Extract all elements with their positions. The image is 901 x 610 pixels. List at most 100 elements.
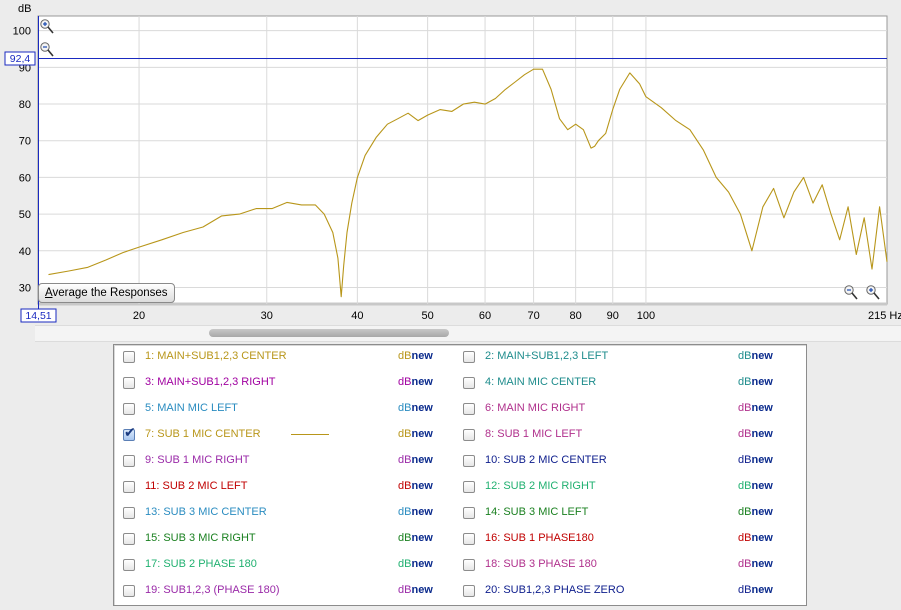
legend-checkbox[interactable] — [463, 559, 475, 571]
legend-checkbox[interactable] — [463, 429, 475, 441]
scrollbar-thumb[interactable] — [209, 329, 449, 337]
y-tick-label: 50 — [19, 209, 31, 221]
x-tick-label: 60 — [479, 310, 491, 322]
legend-checkbox[interactable] — [463, 403, 475, 415]
y-tick-label: 70 — [19, 136, 31, 148]
legend-checkbox[interactable] — [123, 455, 135, 467]
legend-item[interactable]: 8: SUB 1 MIC LEFT dBnew — [463, 426, 793, 444]
db-new-button[interactable]: dBnew — [738, 558, 773, 570]
legend-item[interactable]: 4: MAIN MIC CENTER dBnew — [463, 374, 793, 392]
new-text: new — [751, 376, 773, 388]
new-text: new — [751, 506, 773, 518]
db-text: dB — [398, 454, 412, 466]
legend-item[interactable]: 5: MAIN MIC LEFT dBnew — [123, 400, 453, 418]
db-new-button[interactable]: dBnew — [738, 506, 773, 518]
db-text: dB — [398, 350, 412, 362]
legend-item[interactable]: 10: SUB 2 MIC CENTER dBnew — [463, 452, 793, 470]
plot-area[interactable] — [37, 15, 888, 305]
legend-checkbox[interactable] — [123, 481, 135, 493]
legend-label: 16: SUB 1 PHASE180 — [485, 532, 594, 544]
legend-item[interactable]: 1: MAIN+SUB1,2,3 CENTER dBnew — [123, 348, 453, 366]
legend-item[interactable]: 20: SUB1,2,3 PHASE ZERO dBnew — [463, 582, 793, 600]
legend-checkbox[interactable] — [123, 507, 135, 519]
db-new-button[interactable]: dBnew — [738, 428, 773, 440]
db-new-button[interactable]: dBnew — [738, 584, 773, 596]
legend-item[interactable]: 14: SUB 3 MIC LEFT dBnew — [463, 504, 793, 522]
legend-item[interactable]: 12: SUB 2 MIC RIGHT dBnew — [463, 478, 793, 496]
cursor-x-readout: 14,51 — [20, 308, 57, 323]
legend-checkbox[interactable] — [123, 585, 135, 597]
legend-checkbox[interactable] — [123, 559, 135, 571]
new-text: new — [411, 376, 433, 388]
db-new-button[interactable]: dBnew — [398, 376, 433, 388]
db-new-button[interactable]: dBnew — [398, 558, 433, 570]
legend-label: 17: SUB 2 PHASE 180 — [145, 558, 257, 570]
average-responses-button[interactable]: Average the Responses — [38, 283, 175, 303]
legend-item[interactable]: 2: MAIN+SUB1,2,3 LEFT dBnew — [463, 348, 793, 366]
db-text: dB — [398, 584, 412, 596]
legend-item[interactable]: 13: SUB 3 MIC CENTER dBnew — [123, 504, 453, 522]
new-text: new — [411, 428, 433, 440]
legend-checkbox[interactable] — [463, 455, 475, 467]
db-text: dB — [398, 402, 412, 414]
db-new-button[interactable]: dBnew — [738, 376, 773, 388]
new-text: new — [751, 558, 773, 570]
db-new-button[interactable]: dBnew — [738, 402, 773, 414]
legend-item[interactable]: 16: SUB 1 PHASE180 dBnew — [463, 530, 793, 548]
db-new-button[interactable]: dBnew — [738, 350, 773, 362]
legend-item[interactable]: 19: SUB1,2,3 (PHASE 180) dBnew — [123, 582, 453, 600]
legend-item[interactable]: 17: SUB 2 PHASE 180 dBnew — [123, 556, 453, 574]
legend-checkbox[interactable] — [123, 403, 135, 415]
horizontal-scrollbar[interactable] — [35, 325, 901, 342]
y-tick-label: 30 — [19, 282, 31, 294]
measurement-legend: 1: MAIN+SUB1,2,3 CENTER dBnew 2: MAIN+SUB1… — [113, 344, 807, 606]
db-text: dB — [398, 506, 412, 518]
db-text: dB — [738, 428, 752, 440]
y-axis: 10090807060504030 — [13, 26, 31, 295]
db-text: dB — [738, 454, 752, 466]
db-new-button[interactable]: dBnew — [738, 532, 773, 544]
legend-item[interactable]: 9: SUB 1 MIC RIGHT dBnew — [123, 452, 453, 470]
legend-checkbox[interactable] — [463, 377, 475, 389]
legend-checkbox[interactable] — [123, 425, 136, 441]
y-axis-label: dB — [18, 3, 31, 15]
new-text: new — [411, 558, 433, 570]
legend-checkbox[interactable] — [123, 351, 135, 363]
db-new-button[interactable]: dBnew — [398, 506, 433, 518]
legend-checkbox[interactable] — [463, 351, 475, 363]
legend-item[interactable]: 15: SUB 3 MIC RIGHT dBnew — [123, 530, 453, 548]
legend-label: 20: SUB1,2,3 PHASE ZERO — [485, 584, 625, 596]
legend-checkbox[interactable] — [463, 533, 475, 545]
x-tick-label: 50 — [422, 310, 434, 322]
db-new-button[interactable]: dBnew — [398, 480, 433, 492]
legend-item[interactable]: 18: SUB 3 PHASE 180 dBnew — [463, 556, 793, 574]
db-new-button[interactable]: dBnew — [398, 428, 433, 440]
new-text: new — [411, 350, 433, 362]
legend-checkbox[interactable] — [123, 533, 135, 545]
db-new-button[interactable]: dBnew — [738, 454, 773, 466]
legend-series-swatch — [291, 434, 329, 435]
db-new-button[interactable]: dBnew — [398, 350, 433, 362]
legend-checkbox[interactable] — [123, 377, 135, 389]
legend-item[interactable]: 7: SUB 1 MIC CENTER dBnew — [123, 425, 453, 444]
legend-checkbox[interactable] — [463, 585, 475, 597]
db-new-button[interactable]: dBnew — [398, 402, 433, 414]
db-new-button[interactable]: dBnew — [398, 532, 433, 544]
legend-label: 3: MAIN+SUB1,2,3 RIGHT — [145, 376, 276, 388]
legend-checkbox[interactable] — [463, 507, 475, 519]
legend-item[interactable]: 3: MAIN+SUB1,2,3 RIGHT dBnew — [123, 374, 453, 392]
new-text: new — [751, 584, 773, 596]
db-new-button[interactable]: dBnew — [398, 454, 433, 466]
new-text: new — [411, 454, 433, 466]
frequency-response-chart[interactable]: 100 90 80 70 60 50 40 30 20 30 40 50 60 70 80 90 100 215… — [0, 0, 901, 325]
legend-label: 5: MAIN MIC LEFT — [145, 402, 238, 414]
db-new-button[interactable]: dBnew — [738, 480, 773, 492]
y-tick-label: 40 — [19, 246, 31, 258]
new-text: new — [411, 584, 433, 596]
db-new-button[interactable]: dBnew — [398, 584, 433, 596]
legend-label: 9: SUB 1 MIC RIGHT — [145, 454, 250, 466]
legend-item[interactable]: 6: MAIN MIC RIGHT dBnew — [463, 400, 793, 418]
legend-label: 6: MAIN MIC RIGHT — [485, 402, 586, 414]
legend-item[interactable]: 11: SUB 2 MIC LEFT dBnew — [123, 478, 453, 496]
legend-checkbox[interactable] — [463, 481, 475, 493]
